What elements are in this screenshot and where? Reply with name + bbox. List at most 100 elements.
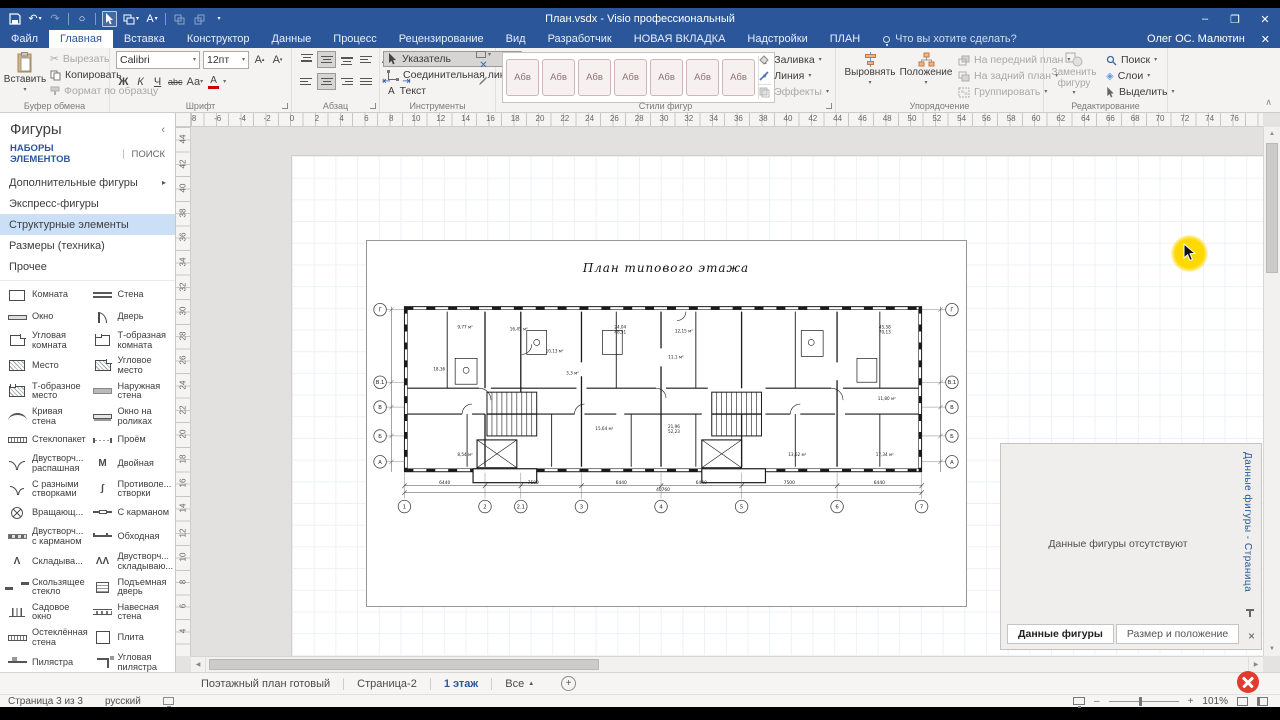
stencil-category[interactable]: Экспресс-фигуры [0,193,175,214]
vertical-scroll-thumb[interactable] [1266,143,1278,273]
stencil-shape[interactable]: Обходная [91,527,175,546]
grow-font-button[interactable]: А▴ [252,52,267,68]
ribbon-tab-НОВАЯ ВКЛАДКА[interactable]: НОВАЯ ВКЛАДКА [623,30,737,48]
justify-button[interactable] [357,73,376,90]
style-swatch[interactable]: Абв [650,59,683,96]
align-left-button[interactable] [297,73,316,90]
stencil-shape[interactable]: Вращающ... [5,505,89,521]
ribbon-tab-Вставка[interactable]: Вставка [113,30,176,48]
ribbon-tab-Вид[interactable]: Вид [495,30,537,48]
stencil-shape[interactable]: Т-образное место [5,382,89,401]
bullets-button[interactable] [357,51,376,68]
full-screen-icon[interactable] [1257,697,1268,706]
stencil-shape[interactable]: Пилястра [5,653,89,672]
stencil-category[interactable]: Структурные элементы [0,214,175,235]
stencil-shape[interactable]: Плита [91,628,175,647]
stencil-shape[interactable]: Двустворч... с карманом [5,527,89,546]
ribbon-tab-ПЛАН[interactable]: ПЛАН [819,30,871,48]
ribbon-tab-Главная[interactable]: Главная [49,30,113,48]
position-button[interactable]: Положение▾ [900,48,952,86]
zoom-in-icon[interactable]: + [1188,696,1194,707]
ellipse-tool-icon[interactable]: ○ [75,11,89,27]
customize-qat-icon[interactable]: ▾ [212,11,226,27]
stencil-shape[interactable]: ∫Противоле... створки [91,480,175,499]
scroll-down-icon[interactable]: ▼ [1264,642,1280,656]
minimize-button[interactable]: – [1190,8,1220,30]
stencil-shape[interactable]: С карманом [91,505,175,521]
display-settings-icon[interactable] [163,697,174,705]
tab-search[interactable]: ПОИСК [132,149,165,160]
pointer-tool-icon[interactable] [102,11,117,27]
vertical-scrollbar[interactable]: ▲ ▼ [1263,127,1280,656]
layers-button[interactable]: ◈Слои▾ [1106,68,1174,84]
stencil-shape[interactable]: Скользящее стекло [5,578,89,597]
horizontal-scroll-thumb[interactable] [209,659,599,670]
horizontal-scrollbar[interactable]: ◀ ▶ [191,656,1263,672]
text-format-icon[interactable]: A▾ [145,11,159,27]
ribbon-tab-Данные[interactable]: Данные [261,30,323,48]
pin-panel-icon[interactable] [1249,609,1251,617]
connection-point-tool-button[interactable]: ✕ [479,60,487,71]
stencil-shape[interactable]: Окно [5,309,89,325]
stencil-shape[interactable]: Двустворч... распашная [5,454,89,473]
stencil-category[interactable]: Прочее [0,256,175,277]
save-icon[interactable] [8,11,22,27]
align-right-button[interactable] [337,73,356,90]
stencil-shape[interactable]: Угловая комната [5,331,89,350]
ribbon-tab-Файл[interactable]: Файл [0,30,49,48]
font-color-button[interactable]: А [206,74,221,90]
page-indicator[interactable]: Страница 3 из 3 [8,696,83,707]
change-shape-icon[interactable]: ▾ [123,11,139,27]
restore-button[interactable]: ❐ [1220,8,1250,30]
presentation-mode-icon[interactable] [1073,697,1085,705]
style-swatch[interactable]: Абв [614,59,647,96]
close-panel-icon[interactable]: × [1248,630,1255,642]
stencil-shape[interactable]: Комната [5,287,89,303]
line-button[interactable]: Линия▾ [758,68,829,84]
collapse-ribbon-icon[interactable]: ∧ [1265,97,1272,108]
align-center-button[interactable] [317,73,336,90]
zoom-out-icon[interactable]: – [1094,696,1100,707]
account-name[interactable]: Олег ОС. Малютин [1147,33,1245,45]
all-pages-button[interactable]: Все▲ [492,678,547,690]
stencil-shape[interactable]: Окно на роликах [91,407,175,426]
tab-stencil-sets[interactable]: НАБОРЫ ЭЛЕМЕНТОВ [10,143,115,165]
tab-size-position[interactable]: Размер и положение [1116,624,1239,644]
stencil-shape[interactable]: ΛΛДвустворч... складываю... [91,552,175,571]
shrink-font-button[interactable]: А▾ [270,52,285,68]
stencil-category[interactable]: Дополнительные фигуры▸ [0,172,175,193]
change-case-button[interactable]: Аа▾ [186,74,205,90]
stencil-shape[interactable]: С разными створками [5,480,89,499]
stencil-shape[interactable]: Стена [91,287,175,303]
stencil-category[interactable]: Размеры (техника) [0,235,175,256]
zoom-level[interactable]: 101% [1202,696,1228,707]
font-size-select[interactable]: 12пт▾ [203,51,249,69]
stencil-shape[interactable]: Проём [91,432,175,448]
page-tab-Поэтажный план готовый[interactable]: Поэтажный план готовый [188,673,343,694]
scroll-right-icon[interactable]: ▶ [1248,657,1263,672]
font-family-select[interactable]: Calibri▾ [116,51,200,69]
fit-page-icon[interactable] [1237,697,1248,706]
strikethrough-button[interactable]: abc [167,74,184,90]
stencil-shape[interactable]: ΛСкладыва... [5,552,89,571]
stencil-shape[interactable]: Стеклопакет [5,432,89,448]
close-button[interactable]: ✕ [1250,8,1280,30]
undo-icon[interactable]: ↶▾ [28,11,42,27]
zoom-slider-thumb[interactable] [1139,697,1142,706]
stencil-shape[interactable]: Наружная стена [91,382,175,401]
stencil-shape[interactable]: Садовое окно [5,603,89,622]
page-tab-1 этаж[interactable]: 1 этаж [431,673,491,694]
scroll-left-icon[interactable]: ◀ [191,657,206,672]
style-swatch[interactable]: Абв [542,59,575,96]
collapse-panel-icon[interactable]: ‹ [161,124,165,136]
shape-data-vertical-tab[interactable]: Данные фигуры - Страница [1242,452,1253,592]
page-tab-Страница-2[interactable]: Страница-2 [344,673,430,694]
scroll-up-icon[interactable]: ▲ [1264,127,1280,141]
floor-plan-sheet[interactable]: План типового этажаГГВ.1В.1ВВББАА122.134… [366,240,967,607]
stencil-shape[interactable]: Угловая пилястра [91,653,175,672]
ribbon-tab-Рецензирование[interactable]: Рецензирование [388,30,495,48]
stencil-shape[interactable]: Место [5,356,89,375]
underline-button[interactable]: Ч [150,74,165,90]
stencil-shape[interactable]: Кривая стена [5,407,89,426]
language-indicator[interactable]: русский [105,696,141,707]
